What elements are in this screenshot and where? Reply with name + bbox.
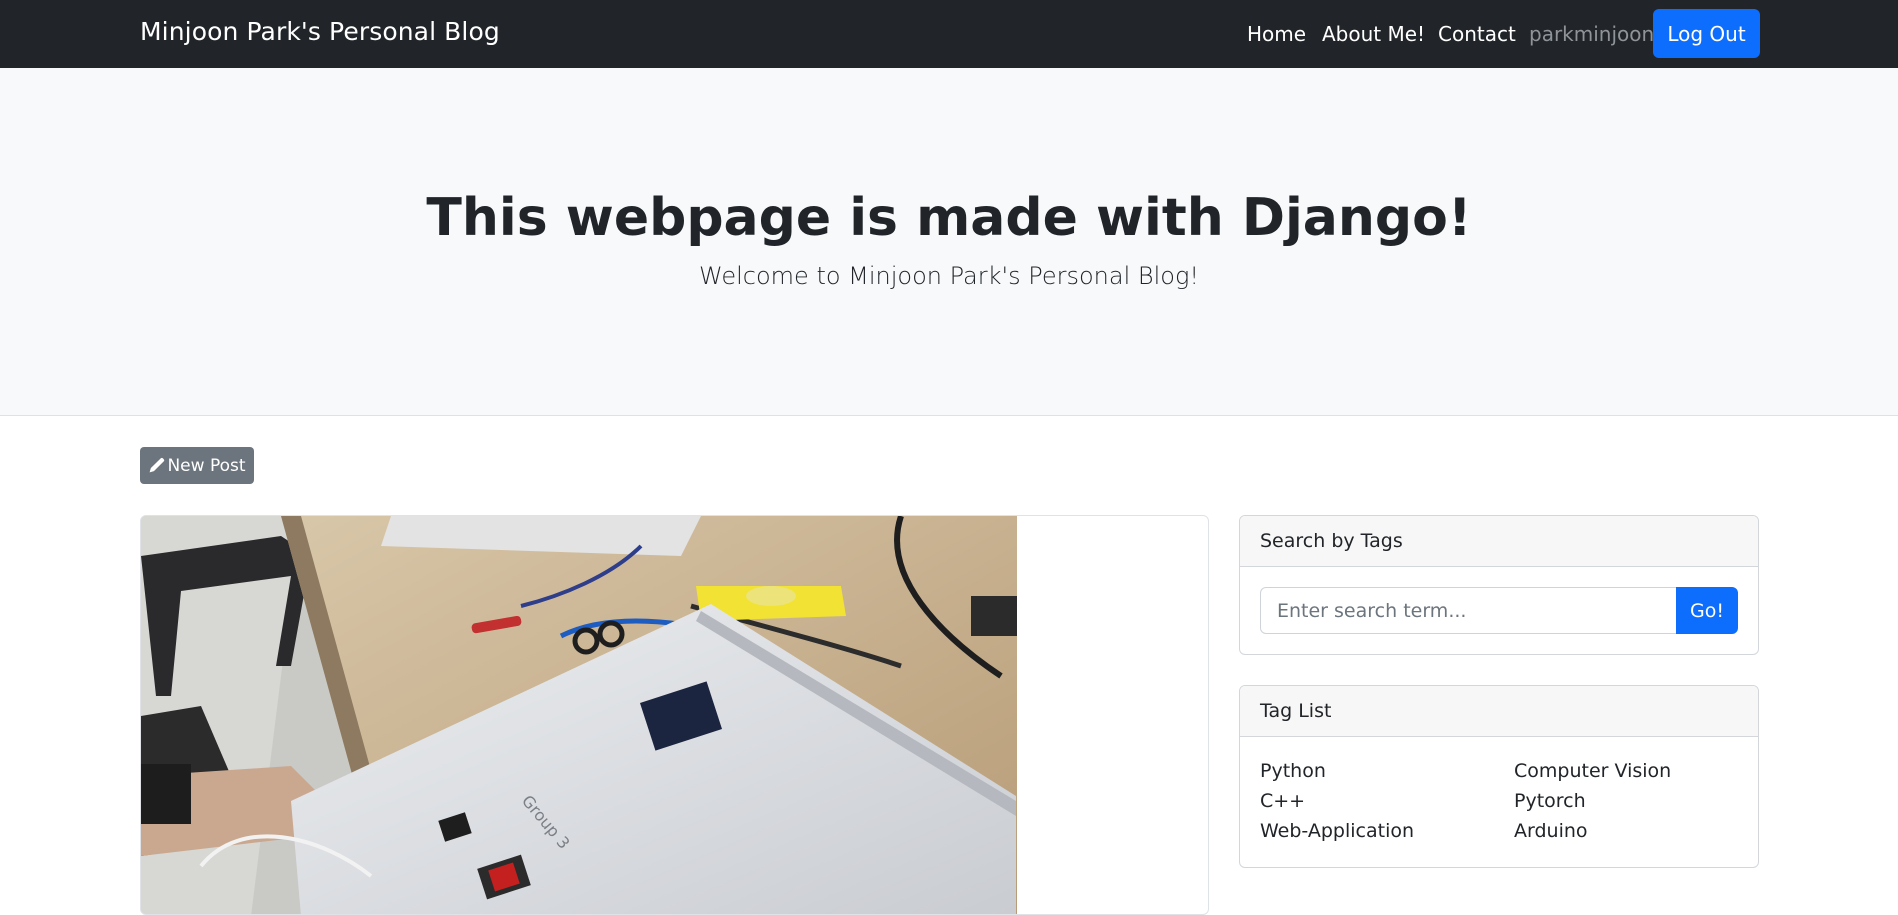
post-image[interactable]: Group 3	[141, 516, 1017, 914]
tag-link[interactable]: C++	[1260, 790, 1305, 812]
search-go-button[interactable]: Go!	[1676, 587, 1738, 634]
post-card: Group 3	[140, 515, 1209, 915]
tag-link[interactable]: Web-Application	[1260, 820, 1414, 842]
new-post-label: New Post	[167, 455, 246, 476]
tag-link[interactable]: Python	[1260, 760, 1326, 782]
hero-subtitle: Welcome to Minjoon Park's Personal Blog!	[699, 262, 1199, 290]
tag-link[interactable]: Pytorch	[1514, 790, 1586, 812]
username-label: parkminjoon	[1529, 22, 1655, 46]
tag-link[interactable]: Arduino	[1514, 820, 1588, 842]
logout-button[interactable]: Log Out	[1653, 9, 1760, 58]
tag-link[interactable]: Computer Vision	[1514, 760, 1671, 782]
brand-link[interactable]: Minjoon Park's Personal Blog	[140, 17, 500, 46]
post-photo: Group 3	[141, 516, 1017, 914]
navbar: Minjoon Park's Personal Blog Home About …	[0, 0, 1898, 68]
nav-link-contact[interactable]: Contact	[1438, 22, 1516, 46]
search-card-header: Search by Tags	[1240, 516, 1758, 567]
search-card: Search by Tags Go!	[1239, 515, 1759, 655]
search-group: Go!	[1260, 587, 1738, 634]
tag-list-card: Tag List Python C++ Web-Application Comp…	[1239, 685, 1759, 868]
search-input[interactable]	[1260, 587, 1676, 634]
new-post-button[interactable]: New Post	[140, 447, 254, 484]
hero-title: This webpage is made with Django!	[426, 188, 1472, 248]
pencil-icon	[150, 457, 165, 473]
hero-section: This webpage is made with Django! Welcom…	[0, 68, 1898, 416]
nav-link-about[interactable]: About Me!	[1322, 22, 1425, 46]
tag-list-header: Tag List	[1240, 686, 1758, 737]
nav-link-home[interactable]: Home	[1247, 22, 1306, 46]
